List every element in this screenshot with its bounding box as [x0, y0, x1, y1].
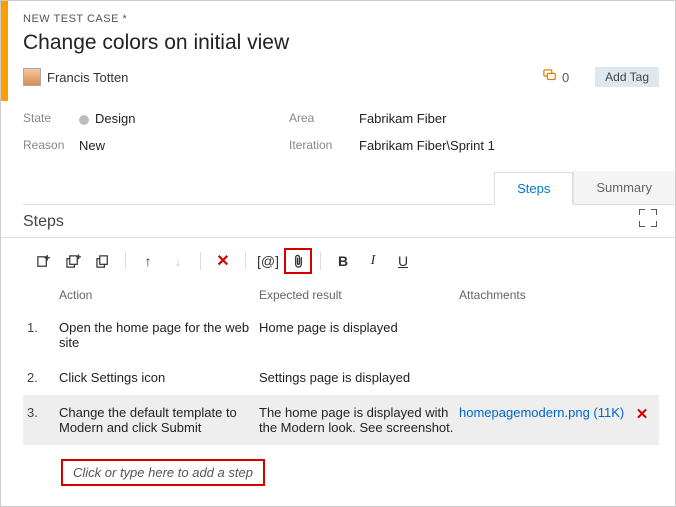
fullscreen-icon[interactable]	[639, 209, 657, 227]
step-number: 3.	[27, 405, 59, 420]
attach-file-icon[interactable]	[284, 248, 312, 274]
area-value[interactable]: Fabrikam Fiber	[359, 111, 659, 126]
insert-shared-step-icon[interactable]	[59, 248, 87, 274]
discussion-icon[interactable]	[542, 69, 558, 86]
breadcrumb: NEW TEST CASE *	[23, 13, 659, 25]
step-expected[interactable]: The home page is displayed with the Mode…	[259, 405, 459, 435]
underline-icon[interactable]: U	[389, 248, 417, 274]
reason-value[interactable]: New	[79, 138, 289, 153]
add-tag-button[interactable]: Add Tag	[595, 67, 659, 87]
remove-attachment-icon[interactable]: ✕	[629, 405, 655, 423]
create-shared-steps-icon[interactable]	[89, 248, 117, 274]
state-value[interactable]: Design	[79, 111, 289, 126]
step-action[interactable]: Open the home page for the web site	[59, 320, 259, 350]
step-row[interactable]: 3. Change the default template to Modern…	[23, 395, 659, 445]
tab-steps[interactable]: Steps	[494, 172, 573, 205]
iteration-value[interactable]: Fabrikam Fiber\Sprint 1	[359, 138, 659, 153]
step-action[interactable]: Click Settings icon	[59, 370, 259, 385]
section-title-steps: Steps	[23, 213, 659, 231]
insert-parameter-icon[interactable]: [@]	[254, 248, 282, 274]
step-row[interactable]: 1. Open the home page for the web site H…	[23, 310, 659, 360]
page-title: Change colors on initial view	[23, 31, 659, 55]
bold-icon[interactable]: B	[329, 248, 357, 274]
state-dot-icon	[79, 115, 89, 125]
col-attachments: Attachments	[459, 288, 659, 302]
step-expected[interactable]: Settings page is displayed	[259, 370, 459, 385]
avatar[interactable]	[23, 68, 41, 86]
state-label: State	[23, 111, 79, 126]
tab-summary[interactable]: Summary	[573, 171, 675, 204]
step-number: 1.	[27, 320, 59, 335]
assigned-to[interactable]: Francis Totten	[47, 70, 128, 85]
col-expected: Expected result	[259, 288, 459, 302]
col-action: Action	[59, 288, 259, 302]
steps-toolbar: ↑ ↓ ✕ [@] B I U	[23, 238, 659, 284]
step-row[interactable]: 2. Click Settings icon Settings page is …	[23, 360, 659, 395]
step-expected[interactable]: Home page is displayed	[259, 320, 459, 335]
italic-icon[interactable]: I	[359, 248, 387, 274]
attachment-link[interactable]: homepagemodern.png (11K)	[459, 405, 624, 420]
tab-bar: Steps Summary	[23, 171, 675, 205]
insert-step-icon[interactable]	[29, 248, 57, 274]
step-action[interactable]: Change the default template to Modern an…	[59, 405, 259, 435]
move-down-icon[interactable]: ↓	[164, 248, 192, 274]
area-label: Area	[289, 111, 359, 126]
step-number: 2.	[27, 370, 59, 385]
delete-step-icon[interactable]: ✕	[209, 248, 237, 274]
reason-label: Reason	[23, 138, 79, 153]
move-up-icon[interactable]: ↑	[134, 248, 162, 274]
add-step-input[interactable]: Click or type here to add a step	[61, 459, 265, 486]
discussion-count: 0	[562, 70, 569, 85]
iteration-label: Iteration	[289, 138, 359, 153]
